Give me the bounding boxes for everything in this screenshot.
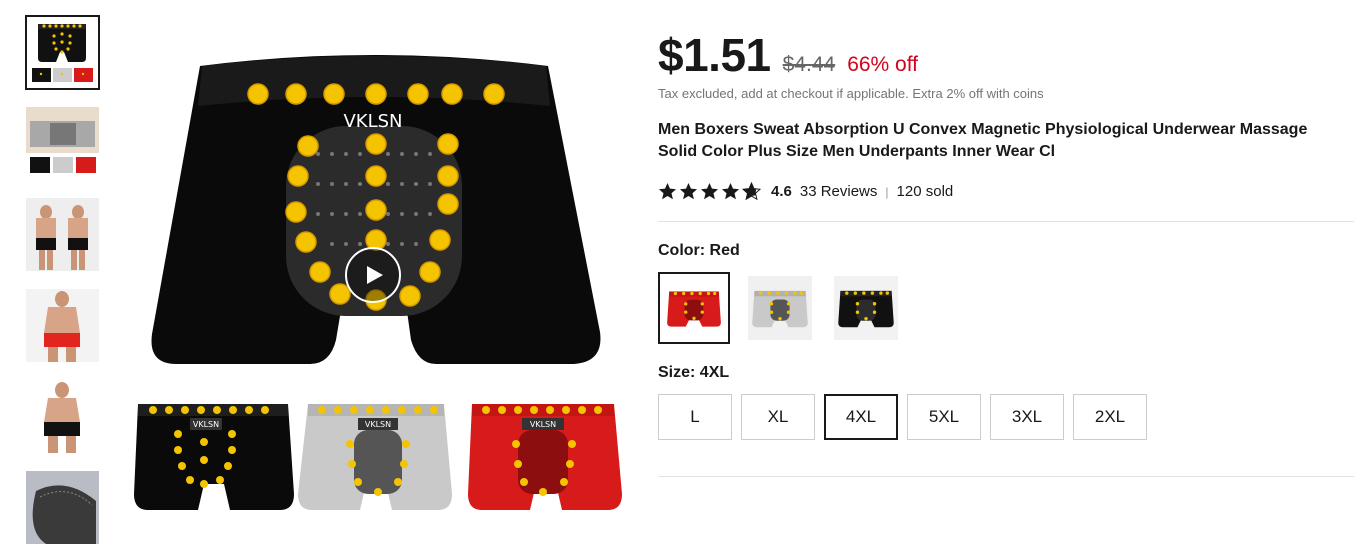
tax-note: Tax excluded, add at checkout if applica… xyxy=(658,86,1044,101)
thumb-model-black[interactable] xyxy=(26,380,99,453)
size-option-xl[interactable]: XL xyxy=(741,394,815,440)
color-label-text: Color: xyxy=(658,242,710,259)
thumbnail-list xyxy=(25,15,100,556)
thumb-fabric-closeup[interactable] xyxy=(26,471,99,544)
main-logo: VKLSN xyxy=(343,111,402,132)
size-option-l[interactable]: L xyxy=(658,394,732,440)
variant-logo-black: VKLSN xyxy=(193,420,219,429)
variant-logo-gray: VKLSN xyxy=(365,420,391,429)
variant-logo-red: VKLSN xyxy=(530,420,556,429)
thumb-models-pair[interactable] xyxy=(26,198,99,271)
half-star-icon xyxy=(742,182,761,201)
color-label: Color: Red xyxy=(658,242,1354,260)
color-options xyxy=(658,272,1354,344)
sold-count: 120 sold xyxy=(896,183,954,200)
star-icon xyxy=(721,182,740,200)
thumb-model-gray[interactable] xyxy=(26,107,99,180)
reviews-link[interactable]: 33 Reviews xyxy=(800,183,878,200)
original-price: $4.44 xyxy=(782,53,836,76)
size-option-3xl[interactable]: 3XL xyxy=(990,394,1064,440)
main-product-image[interactable]: VKLSN VKLSN VKLSN VKLSN xyxy=(118,14,628,544)
star-rating xyxy=(658,182,761,201)
product-info: $1.51 $4.44 66% off Tax excluded, add at… xyxy=(658,28,1354,477)
star-icon xyxy=(658,182,677,200)
size-option-5xl[interactable]: 5XL xyxy=(907,394,981,440)
rating-value: 4.6 xyxy=(771,183,792,200)
color-option-gray[interactable] xyxy=(744,272,816,344)
play-icon xyxy=(367,266,383,284)
size-label-text: Size: xyxy=(658,364,700,381)
product-title: Men Boxers Sweat Absorption U Convex Mag… xyxy=(658,121,1308,160)
divider xyxy=(658,476,1354,477)
discount-badge: 66% off xyxy=(847,53,919,76)
divider xyxy=(658,221,1354,222)
size-option-4xl[interactable]: 4XL xyxy=(824,394,898,440)
play-video-button[interactable] xyxy=(345,247,401,303)
thumb-product-colors[interactable] xyxy=(25,15,100,90)
thumb-model-red[interactable] xyxy=(26,289,99,362)
size-label: Size: 4XL xyxy=(658,364,1354,382)
color-option-red[interactable] xyxy=(658,272,730,344)
price-row: $1.51 $4.44 66% off xyxy=(658,28,1354,82)
sale-price: $1.51 xyxy=(658,29,771,81)
size-options: L XL 4XL 5XL 3XL 2XL xyxy=(658,394,1354,440)
color-selected: Red xyxy=(709,242,740,259)
size-selected: 4XL xyxy=(699,364,730,381)
color-option-black[interactable] xyxy=(830,272,902,344)
size-option-2xl[interactable]: 2XL xyxy=(1073,394,1147,440)
rating-row: 4.6 33 Reviews | 120 sold xyxy=(658,182,1354,201)
star-icon xyxy=(679,182,698,200)
star-icon xyxy=(700,182,719,200)
separator: | xyxy=(885,184,889,199)
